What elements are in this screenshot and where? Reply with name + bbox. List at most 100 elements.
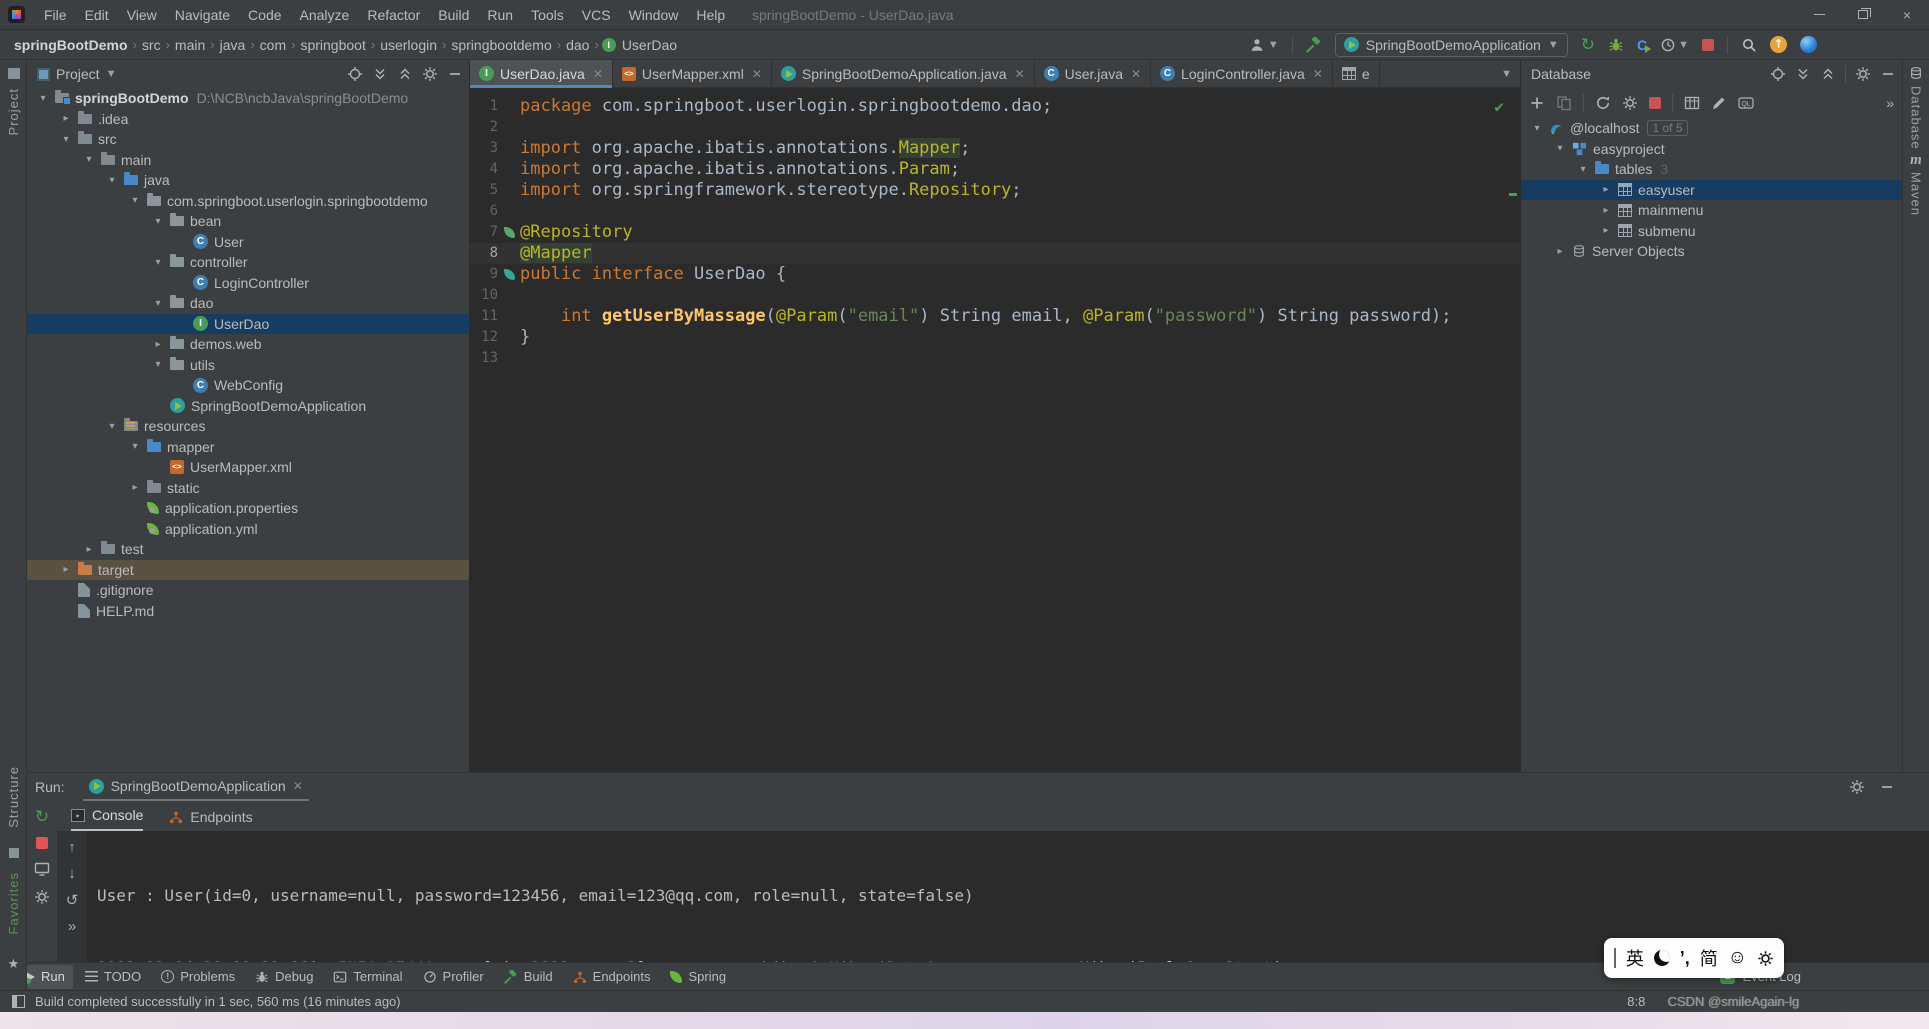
tab-endpoints[interactable]: Endpoints (169, 809, 253, 831)
breadcrumb-userdao[interactable]: UserDao (620, 37, 679, 53)
toolwindow-problems[interactable]: Problems (153, 965, 243, 989)
tree-row-selected[interactable]: ▸ target (27, 559, 469, 580)
menu-tools[interactable]: Tools (522, 0, 573, 30)
minimize-button[interactable] (1797, 0, 1841, 29)
tree-row-selected[interactable]: UserDao (27, 313, 469, 334)
ime-settings-gear-icon[interactable] (1757, 950, 1774, 967)
dump-threads-icon[interactable] (34, 861, 50, 877)
table-view-icon[interactable] (1684, 95, 1700, 111)
tree-row[interactable]: ▸ test (27, 539, 469, 560)
tree-row[interactable]: ▸ static (27, 478, 469, 499)
tab-springbootdemoapplication[interactable]: SpringBootDemoApplication.java ✕ (772, 60, 1035, 87)
tree-row[interactable]: ▾ com.springboot.userlogin.springbootdemo (27, 191, 469, 212)
tree-row[interactable]: application.properties (27, 498, 469, 519)
menu-edit[interactable]: Edit (76, 0, 118, 30)
tree-row[interactable]: ▾ bean (27, 211, 469, 232)
close-icon[interactable]: ✕ (1015, 67, 1025, 81)
debug-button[interactable] (1608, 36, 1624, 53)
tree-row[interactable]: ▾ easyproject (1521, 139, 1902, 160)
tree-row[interactable]: ▸ submenu (1521, 221, 1902, 242)
menu-refactor[interactable]: Refactor (358, 0, 429, 30)
status-message[interactable]: Build completed successfully in 1 sec, 5… (35, 994, 401, 1009)
menu-build[interactable]: Build (429, 0, 478, 30)
scroll-up-icon[interactable]: ↑ (68, 839, 76, 856)
spring-bean-icon[interactable] (503, 269, 515, 280)
tree-row[interactable]: SpringBootDemoApplication (27, 396, 469, 417)
tree-row[interactable]: ▾ @localhost 1 of 5 (1521, 118, 1902, 139)
tree-row[interactable]: ▾ java (27, 170, 469, 191)
close-icon[interactable]: ✕ (593, 67, 603, 81)
close-icon[interactable]: ✕ (1313, 67, 1323, 81)
settings-gear-icon[interactable] (1855, 66, 1871, 82)
cancel-statement-icon[interactable] (1649, 97, 1661, 109)
menu-file[interactable]: File (35, 0, 76, 30)
toolwindow-debug[interactable]: Debug (247, 965, 321, 989)
breadcrumb-dao[interactable]: dao (564, 37, 591, 53)
project-toolwindow-icon[interactable] (0, 68, 27, 79)
database-panel-title[interactable]: Database (1531, 66, 1591, 82)
settings-gear-icon[interactable] (422, 66, 438, 82)
tab-usermapper[interactable]: UserMapper.xml✕ (613, 60, 772, 87)
locate-icon[interactable] (1770, 66, 1786, 82)
hide-panel-icon[interactable] (447, 66, 463, 82)
tab-logincontroller[interactable]: LoginController.java✕ (1151, 60, 1333, 87)
tree-row[interactable]: ▸ .idea (27, 109, 469, 130)
menu-run[interactable]: Run (478, 0, 522, 30)
tree-row[interactable]: ▸ mainmenu (1521, 200, 1902, 221)
menu-view[interactable]: View (118, 0, 166, 30)
add-datasource-icon[interactable] (1529, 95, 1545, 111)
maven-icon[interactable]: m (1903, 152, 1929, 168)
expand-all-icon[interactable] (1795, 66, 1811, 82)
breadcrumb-springboot[interactable]: springboot (298, 37, 367, 53)
sidebar-item-database[interactable]: Database (1903, 86, 1929, 150)
menu-help[interactable]: Help (687, 0, 734, 30)
refresh-icon[interactable] (1595, 95, 1611, 111)
ime-language-button[interactable]: 英 (1626, 945, 1644, 971)
locate-file-icon[interactable] (347, 66, 363, 82)
tree-row[interactable]: HELP.md (27, 601, 469, 622)
ime-punctuation-button[interactable]: ’, (1680, 948, 1690, 969)
menu-code[interactable]: Code (239, 0, 290, 30)
tree-row[interactable]: ▾ resources (27, 416, 469, 437)
tree-row[interactable]: ▾ src (27, 129, 469, 150)
rerun-icon[interactable]: ↻ (35, 808, 49, 825)
tree-row[interactable]: ▾ mapper (27, 437, 469, 458)
run-tab[interactable]: SpringBootDemoApplication ✕ (82, 773, 309, 801)
spring-bean-icon[interactable] (503, 227, 515, 238)
expand-all-icon[interactable] (372, 66, 388, 82)
coverage-button[interactable]: C (1637, 37, 1652, 53)
breadcrumb-main[interactable]: main (173, 37, 207, 53)
toolwindow-todo[interactable]: TODO (77, 965, 149, 989)
toolwindow-build[interactable]: Build (496, 965, 561, 989)
profiler-button[interactable]: ▼ (1660, 37, 1689, 53)
close-button[interactable]: × (1885, 0, 1929, 29)
tab-userdao[interactable]: UserDao.java✕ (470, 60, 613, 88)
ime-emoji-icon[interactable]: ☺ (1728, 947, 1747, 969)
tree-row-selected[interactable]: ▸ easyuser (1521, 179, 1902, 200)
sidebar-item-project[interactable]: Project (0, 88, 27, 135)
code-area[interactable]: ✔ 1 package com.springboot.userlogin.spri… (470, 88, 1520, 772)
tree-row[interactable]: ▾ tables 3 (1521, 159, 1902, 180)
search-everywhere-button[interactable] (1741, 36, 1757, 53)
tree-row[interactable]: application.yml (27, 519, 469, 540)
collapse-all-icon[interactable] (397, 66, 413, 82)
build-hammer-button[interactable] (1306, 36, 1322, 53)
structure-icon[interactable] (0, 848, 27, 858)
close-icon[interactable]: ✕ (1131, 67, 1141, 81)
maximize-button[interactable] (1841, 0, 1885, 29)
close-icon[interactable]: ✕ (293, 779, 303, 793)
breadcrumb-springbootdemo[interactable]: springbootdemo (449, 37, 553, 53)
tab-list-dropdown[interactable]: ▼ (1493, 60, 1520, 87)
run-settings-icon[interactable] (34, 889, 50, 905)
tree-row[interactable]: ▾ controller (27, 252, 469, 273)
toolwindow-terminal[interactable]: Terminal (325, 965, 410, 989)
breadcrumb-userlogin[interactable]: userlogin (378, 37, 439, 53)
hide-panel-icon[interactable] (1879, 779, 1895, 795)
caret-position-widget[interactable]: 8:8 (1627, 994, 1645, 1009)
menu-navigate[interactable]: Navigate (166, 0, 239, 30)
menu-analyze[interactable]: Analyze (291, 0, 359, 30)
tree-row[interactable]: ▸ demos.web (27, 334, 469, 355)
tab-user[interactable]: User.java✕ (1035, 60, 1152, 87)
tab-easyuser-truncated[interactable]: e (1333, 60, 1380, 87)
toolwindow-spring[interactable]: Spring (662, 965, 734, 989)
